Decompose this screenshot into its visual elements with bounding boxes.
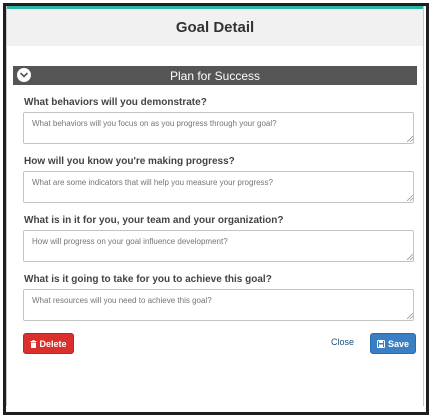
save-button[interactable]: Save — [370, 333, 416, 354]
chevron-down-icon[interactable] — [17, 68, 31, 82]
behaviors-textarea[interactable] — [23, 112, 414, 144]
resize-grip-icon[interactable] — [407, 313, 413, 319]
behaviors-label: What behaviors will you demonstrate? — [24, 97, 207, 108]
floppy-disk-icon — [376, 339, 385, 348]
benefit-textarea[interactable] — [23, 230, 414, 262]
resize-grip-icon[interactable] — [407, 136, 413, 142]
delete-button[interactable]: Delete — [23, 333, 74, 354]
resize-grip-icon[interactable] — [407, 254, 413, 260]
goal-detail-modal: Goal Detail Plan for Success What behavi… — [6, 6, 424, 406]
modal-header: Goal Detail — [7, 6, 423, 46]
section-title: Plan for Success — [169, 68, 261, 83]
resize-grip-icon[interactable] — [407, 195, 413, 201]
progress-label: How will you know you're making progress… — [24, 156, 235, 167]
delete-label: Delete — [39, 338, 67, 349]
section-header-plan-for-success[interactable]: Plan for Success — [13, 66, 417, 85]
save-label: Save — [387, 338, 410, 349]
achieve-textarea[interactable] — [23, 289, 414, 321]
modal-title: Goal Detail — [175, 19, 255, 36]
benefit-label: What is in it for you, your team and you… — [24, 215, 284, 226]
trash-icon — [30, 339, 37, 348]
achieve-label: What is it going to take for you to achi… — [24, 274, 272, 285]
close-button[interactable]: Close — [331, 337, 354, 347]
progress-textarea[interactable] — [23, 171, 414, 203]
